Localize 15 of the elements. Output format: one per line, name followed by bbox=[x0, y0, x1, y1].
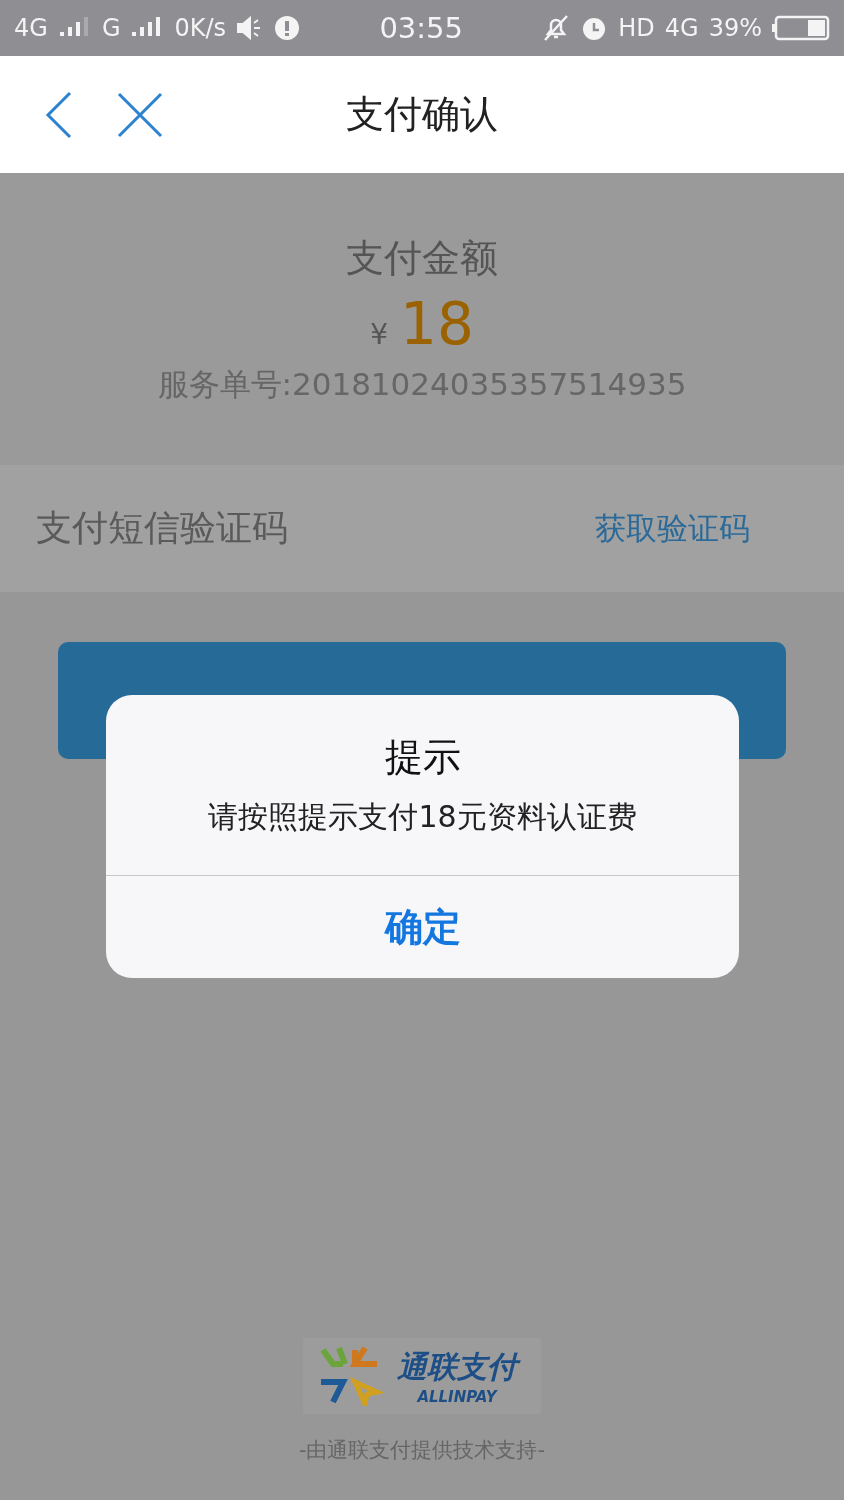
clock-time: 03:55 bbox=[379, 11, 463, 45]
hd-label: HD bbox=[618, 14, 655, 42]
sms-code-label: 支付短信验证码 bbox=[36, 506, 288, 550]
network-label: 4G bbox=[664, 14, 699, 42]
network-label: 4G bbox=[14, 14, 48, 42]
logo-subtitle: ALLINPAY bbox=[417, 1387, 497, 1406]
page-title: 支付确认 bbox=[346, 91, 498, 138]
dialog-title: 提示 bbox=[384, 734, 461, 781]
dialog-message: 请按照提示支付18元资料认证费 bbox=[208, 798, 637, 836]
speed-label: 0K/s bbox=[174, 14, 227, 42]
network-label: G bbox=[101, 14, 121, 42]
battery-percent: 39% bbox=[708, 14, 762, 42]
currency-symbol: ¥ bbox=[370, 317, 388, 351]
amount-label: 支付金额 bbox=[346, 234, 498, 282]
amount-value: 18 bbox=[400, 289, 474, 358]
